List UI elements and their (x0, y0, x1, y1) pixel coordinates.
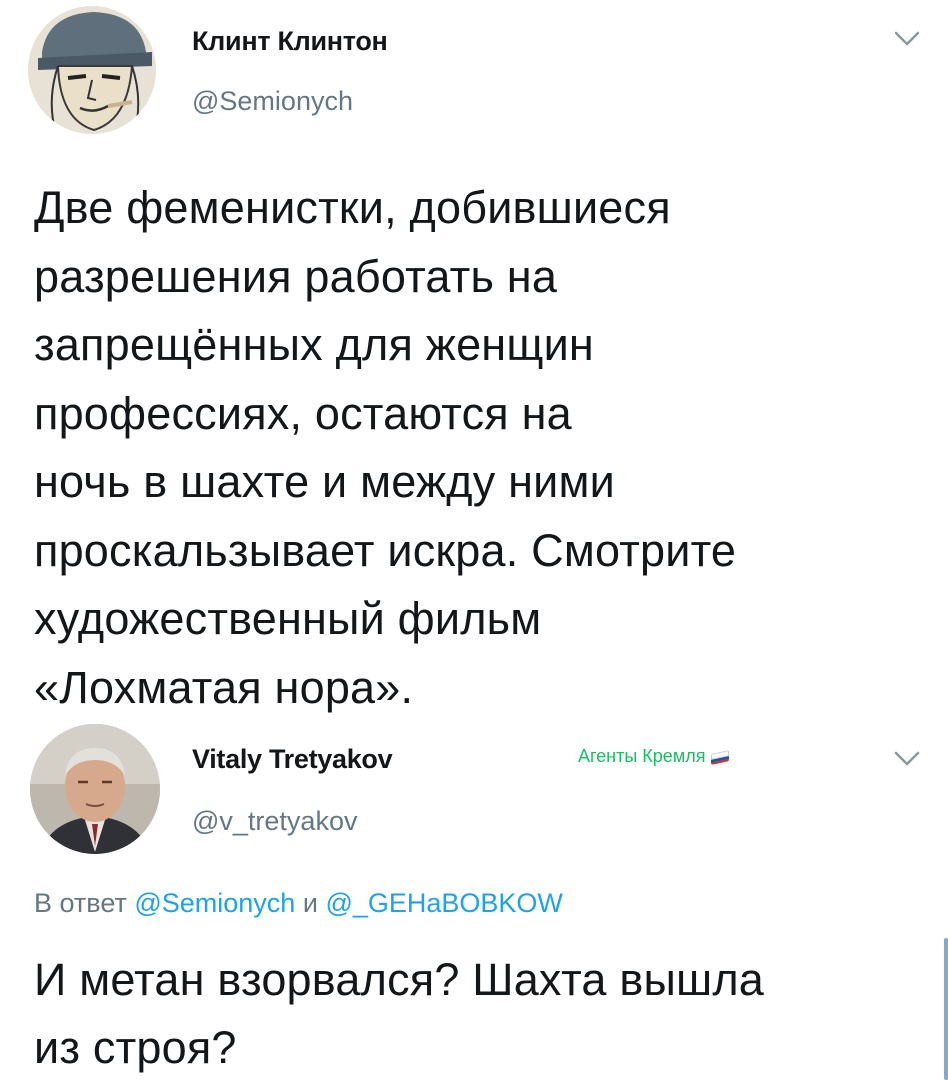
scrollbar[interactable] (944, 938, 948, 1080)
tweet-text: И метан взорвался? Шахта вышла из строя? (34, 954, 764, 1073)
mention-link[interactable]: @_GEHaBOBKOW (325, 888, 562, 918)
russian-flag-icon (711, 749, 730, 765)
author-handle[interactable]: @v_tretyakov (192, 806, 357, 837)
mention-link[interactable]: @Semionych (134, 888, 295, 918)
chevron-down-icon[interactable] (894, 750, 920, 768)
reply-joiner: и (302, 888, 318, 918)
reply-prefix: В ответ (34, 888, 127, 918)
avatar-photo-icon (30, 724, 160, 854)
tweet-reply: Vitaly Tretyakov @v_tretyakov Агенты Кре… (0, 0, 948, 1080)
badge-label: Агенты Кремля (578, 746, 706, 766)
avatar[interactable] (30, 724, 160, 854)
reply-context: В ответ @Semionych и @_GEHaBOBKOW (34, 888, 563, 919)
status-badge: Агенты Кремля (578, 746, 730, 767)
author-name[interactable]: Vitaly Tretyakov (192, 744, 393, 775)
